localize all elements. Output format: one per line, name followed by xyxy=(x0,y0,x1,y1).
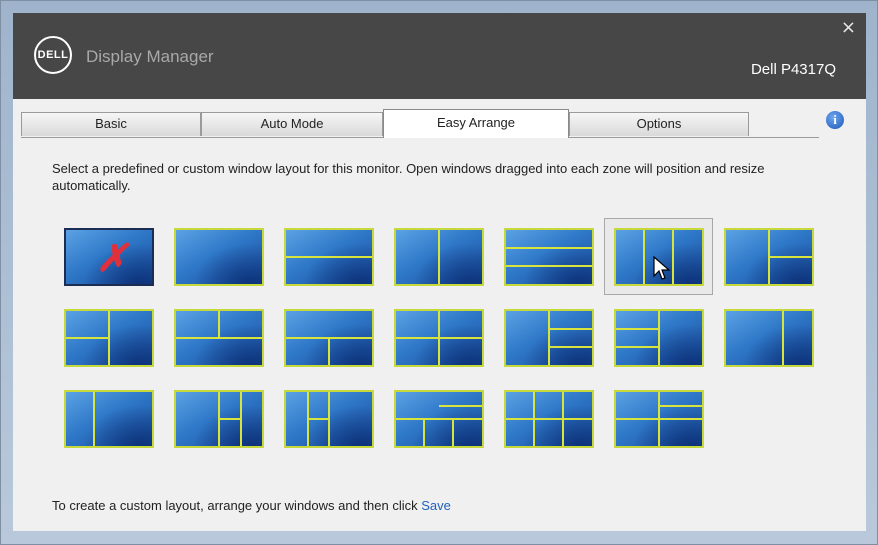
zone-divider xyxy=(396,418,482,420)
zone-divider xyxy=(218,311,220,338)
layout-four-grid-tile[interactable] xyxy=(724,228,814,286)
tab-bar: Basic Auto Mode Easy Arrange Options xyxy=(21,109,819,138)
footer-instructions: To create a custom layout, arrange your … xyxy=(52,498,422,513)
tab-basic[interactable]: Basic xyxy=(21,112,201,136)
zone-divider xyxy=(658,392,660,446)
layout-top-split-bottom-tile[interactable] xyxy=(174,309,264,367)
footer-text: To create a custom layout, arrange your … xyxy=(52,498,451,513)
zone-divider xyxy=(561,392,564,446)
layout-left-right-split-tile[interactable] xyxy=(394,309,484,367)
logo-text: DELL xyxy=(37,49,69,61)
layout-top-bottom-split-tile[interactable] xyxy=(284,309,374,367)
layout-top-wide-bottom-three-tile[interactable] xyxy=(394,390,484,448)
layout-two-columns-tile[interactable] xyxy=(394,228,484,286)
layout-left-column-split-tile[interactable] xyxy=(284,390,374,448)
layout-none-tile[interactable]: ✗ xyxy=(64,228,154,286)
dell-logo: DELL xyxy=(34,36,72,74)
tab-auto-mode[interactable]: Auto Mode xyxy=(201,112,383,136)
zone-divider xyxy=(438,230,440,284)
zone-divider xyxy=(549,345,592,348)
zone-divider xyxy=(307,418,329,420)
layout-center-cross-tile[interactable] xyxy=(614,390,704,448)
zone-divider xyxy=(616,327,659,330)
app-title: Display Manager xyxy=(86,47,214,66)
layout-left-three-stack-tile[interactable] xyxy=(614,309,704,367)
monitor-model: Dell P4317Q xyxy=(750,61,836,78)
info-icon[interactable]: i xyxy=(826,111,844,129)
zone-divider xyxy=(423,419,426,446)
title-bar: × DELL Display Manager Dell P4317Q xyxy=(13,13,866,99)
zone-divider xyxy=(66,337,109,339)
zone-divider xyxy=(659,404,702,407)
zone-divider xyxy=(548,311,550,365)
save-link[interactable]: Save xyxy=(421,498,451,513)
layout-wide-left-narrow-right-tile[interactable] xyxy=(724,309,814,367)
layout-three-rows-tile[interactable] xyxy=(504,228,594,286)
zone-divider xyxy=(219,418,241,420)
zone-divider xyxy=(286,256,372,258)
layout-right-columns-split-tile[interactable] xyxy=(174,390,264,448)
zone-divider xyxy=(506,246,592,249)
zone-divider xyxy=(781,311,784,365)
layout-left-split-right-tile[interactable] xyxy=(64,309,154,367)
tab-options[interactable]: Options xyxy=(569,112,749,136)
zone-divider xyxy=(451,419,454,446)
red-x-icon: ✗ xyxy=(96,235,128,280)
zone-divider xyxy=(396,337,482,339)
layout-right-three-stack-tile[interactable] xyxy=(504,309,594,367)
layout-six-grid-tile[interactable] xyxy=(504,390,594,448)
zone-divider xyxy=(506,418,592,420)
layout-narrow-left-wide-right-tile[interactable] xyxy=(64,390,154,448)
description-text: Select a predefined or custom window lay… xyxy=(52,161,765,193)
layout-full-tile[interactable] xyxy=(174,228,264,286)
zone-divider xyxy=(93,392,96,446)
zone-divider xyxy=(769,256,812,258)
zone-divider xyxy=(439,404,482,407)
zone-divider xyxy=(658,311,660,365)
zone-divider xyxy=(328,338,330,365)
zone-divider xyxy=(671,230,674,284)
tab-easy-arrange[interactable]: Easy Arrange xyxy=(383,109,569,138)
zone-divider xyxy=(549,327,592,330)
zone-divider xyxy=(643,230,646,284)
close-icon[interactable]: × xyxy=(841,17,856,38)
layout-two-rows-tile[interactable] xyxy=(284,228,374,286)
zone-divider xyxy=(506,264,592,267)
zone-divider xyxy=(616,345,659,348)
zone-divider xyxy=(533,392,536,446)
mouse-cursor-icon xyxy=(653,256,671,280)
